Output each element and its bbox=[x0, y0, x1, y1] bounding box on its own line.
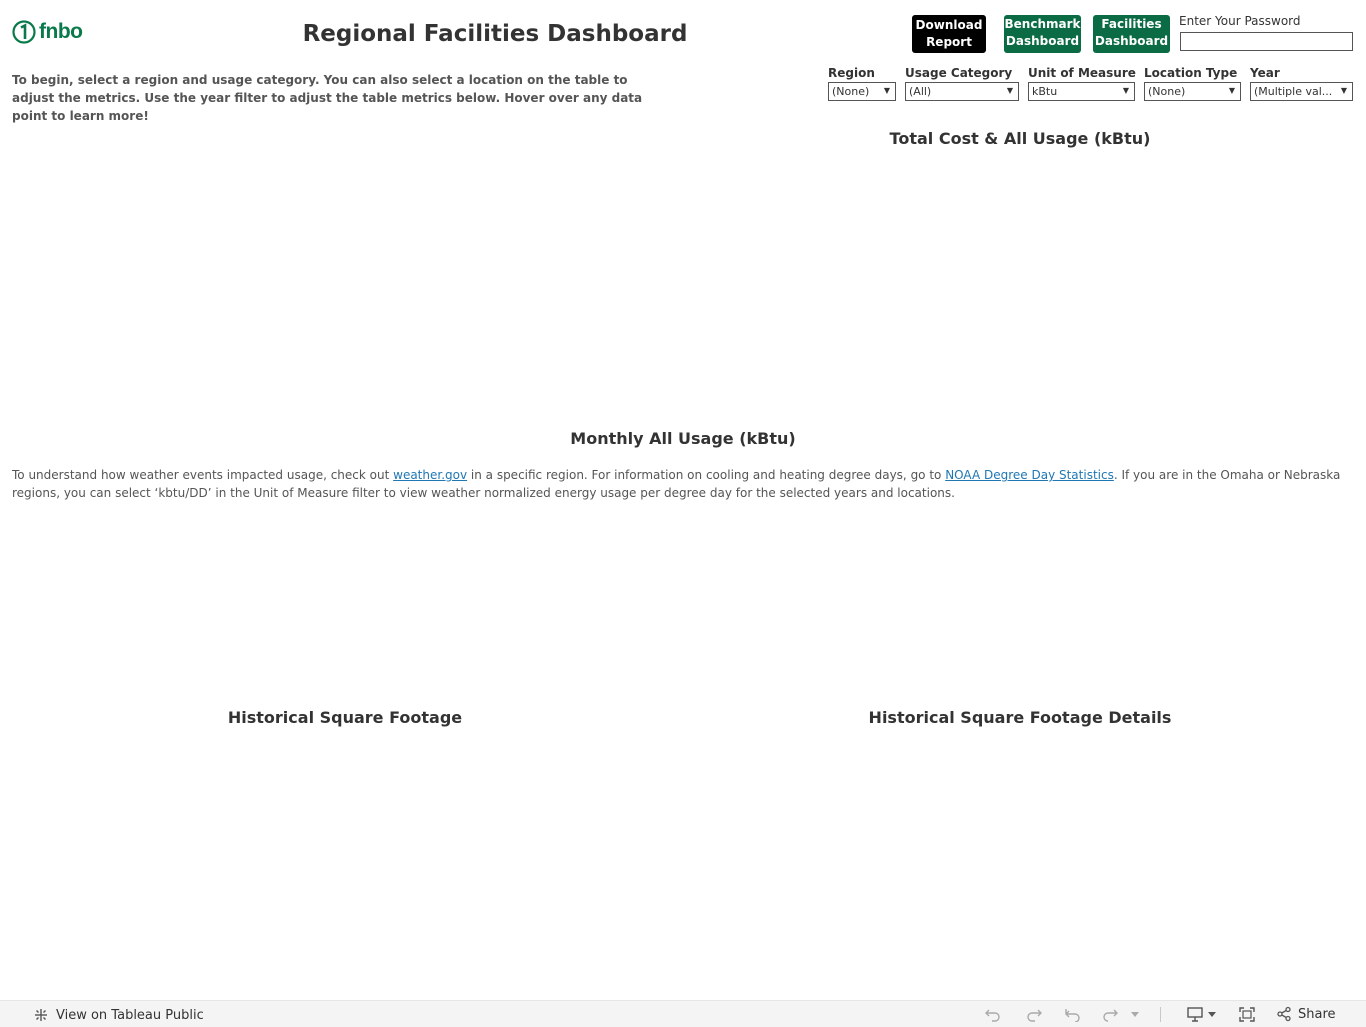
download-report-button[interactable]: Download Report bbox=[912, 15, 986, 53]
weather-note-part1: To understand how weather events impacte… bbox=[12, 468, 394, 482]
password-input[interactable] bbox=[1180, 32, 1353, 51]
filter-year: Year (Multiple val... ▼ bbox=[1250, 66, 1353, 101]
filter-location-type: Location Type (None) ▼ bbox=[1144, 66, 1241, 101]
view-on-tableau-link[interactable]: View on Tableau Public bbox=[32, 1006, 204, 1024]
download-report-label-line2: Report bbox=[926, 35, 972, 49]
filter-usage-category-value: (All) bbox=[909, 85, 932, 98]
password-label: Enter Your Password bbox=[1179, 14, 1301, 28]
facilities-label-line2: Dashboard bbox=[1094, 34, 1169, 48]
filter-region-label: Region bbox=[828, 66, 875, 80]
weather-note-part2: in a specific region. For information on… bbox=[467, 468, 946, 482]
refresh-icon[interactable] bbox=[1101, 1006, 1119, 1022]
page-title: Regional Facilities Dashboard bbox=[302, 21, 688, 47]
share-label: Share bbox=[1298, 1006, 1336, 1022]
present-dropdown-icon[interactable] bbox=[1207, 1011, 1217, 1019]
filter-usage-category-select[interactable]: (All) ▼ bbox=[905, 82, 1019, 101]
filter-unit-of-measure-value: kBtu bbox=[1032, 85, 1058, 98]
weather-note: To understand how weather events impacte… bbox=[12, 466, 1357, 502]
refresh-dropdown-icon[interactable] bbox=[1130, 1011, 1140, 1019]
undo-icon[interactable] bbox=[984, 1006, 1002, 1022]
download-report-label-line1: Download bbox=[915, 18, 983, 32]
intro-text: To begin, select a region and usage cate… bbox=[12, 73, 643, 123]
historical-square-footage-details-title: Historical Square Footage Details bbox=[868, 708, 1172, 727]
filter-usage-category: Usage Category (All) ▼ bbox=[905, 66, 1019, 101]
share-button[interactable]: Share bbox=[1276, 1006, 1336, 1022]
filter-unit-of-measure: Unit of Measure kBtu ▼ bbox=[1028, 66, 1136, 101]
dropdown-arrow-icon: ▼ bbox=[1228, 86, 1235, 95]
filter-region-value: (None) bbox=[832, 85, 870, 98]
tableau-toolbar: View on Tableau Public Share bbox=[0, 1000, 1366, 1027]
benchmark-label-line2: Dashboard bbox=[1005, 34, 1080, 48]
filter-location-type-label: Location Type bbox=[1144, 66, 1238, 80]
present-icon[interactable] bbox=[1186, 1006, 1204, 1023]
filter-region-select[interactable]: (None) ▼ bbox=[828, 82, 896, 101]
benchmark-label-line1: Benchmark bbox=[1004, 17, 1081, 31]
weather-gov-link[interactable]: weather.gov bbox=[393, 468, 467, 482]
filter-year-select[interactable]: (Multiple val... ▼ bbox=[1250, 82, 1353, 101]
redo-icon[interactable] bbox=[1025, 1006, 1043, 1022]
benchmark-dashboard-button[interactable]: Benchmark Dashboard bbox=[1004, 15, 1081, 53]
filter-location-type-value: (None) bbox=[1148, 85, 1186, 98]
view-on-tableau-label: View on Tableau Public bbox=[56, 1007, 204, 1023]
facilities-label-line1: Facilities bbox=[1101, 17, 1162, 31]
historical-square-footage-title: Historical Square Footage bbox=[227, 708, 463, 727]
revert-icon[interactable] bbox=[1064, 1006, 1082, 1022]
dropdown-arrow-icon: ▼ bbox=[1340, 86, 1347, 95]
filter-year-value: (Multiple val... bbox=[1254, 85, 1333, 98]
dropdown-arrow-icon: ▼ bbox=[883, 86, 890, 95]
filter-location-type-select[interactable]: (None) ▼ bbox=[1144, 82, 1241, 101]
noaa-degree-day-link[interactable]: NOAA Degree Day Statistics bbox=[945, 468, 1114, 482]
toolbar-separator bbox=[1160, 1007, 1161, 1022]
fullscreen-icon[interactable] bbox=[1238, 1006, 1256, 1023]
filter-usage-category-label: Usage Category bbox=[905, 66, 1013, 80]
filter-year-label: Year bbox=[1250, 66, 1280, 80]
dropdown-arrow-icon: ▼ bbox=[1122, 86, 1129, 95]
facilities-dashboard-button[interactable]: Facilities Dashboard bbox=[1093, 15, 1170, 53]
filter-region: Region (None) ▼ bbox=[828, 66, 896, 101]
dropdown-arrow-icon: ▼ bbox=[1006, 86, 1013, 95]
monthly-usage-title: Monthly All Usage (kBtu) bbox=[570, 429, 796, 448]
filter-unit-of-measure-select[interactable]: kBtu ▼ bbox=[1028, 82, 1135, 101]
filter-unit-of-measure-label: Unit of Measure bbox=[1028, 66, 1136, 80]
total-cost-usage-title: Total Cost & All Usage (kBtu) bbox=[889, 129, 1151, 148]
tableau-logo-icon bbox=[35, 1009, 47, 1021]
share-icon bbox=[1277, 1006, 1291, 1022]
